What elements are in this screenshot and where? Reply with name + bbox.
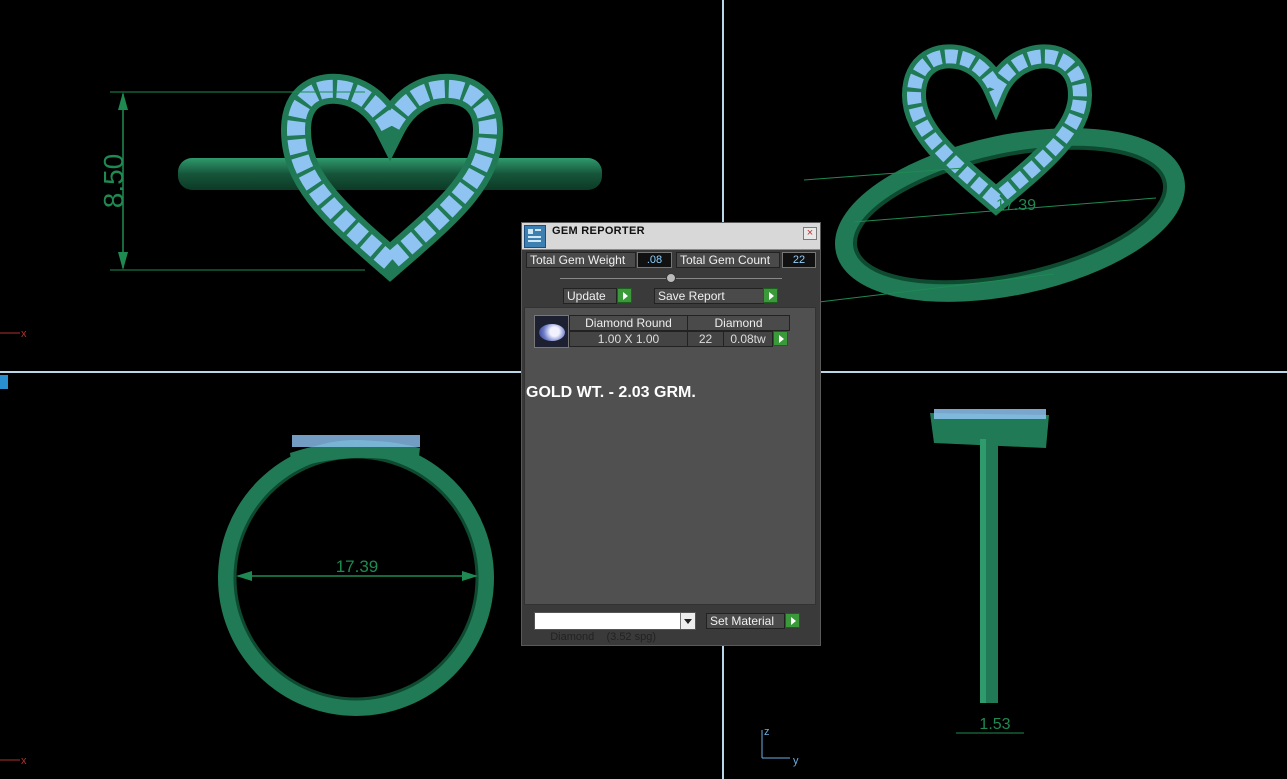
gem-material-header: Diamond (687, 315, 790, 331)
diameter-dimension-label: 17.39 (996, 197, 1036, 214)
update-button[interactable]: Update (563, 288, 617, 304)
report-area: Diamond Round Diamond 1.00 X 1.00 22 0.0… (524, 307, 816, 605)
axis-x-label: x (21, 328, 27, 340)
set-material-arrow-icon[interactable] (785, 613, 800, 628)
close-button[interactable]: × (803, 227, 817, 240)
update-arrow-icon[interactable] (617, 288, 632, 303)
axis-x-label: x (21, 755, 27, 767)
total-gem-count-value: 22 (782, 252, 816, 268)
total-gem-weight-label: Total Gem Weight (526, 252, 636, 268)
gem-size-cell: 1.00 X 1.00 (569, 331, 688, 347)
gem-count-cell: 22 (687, 331, 724, 347)
panel-splitter-handle[interactable] (666, 273, 676, 283)
gem-profile (292, 435, 420, 447)
axis-z-label: z (764, 726, 770, 738)
total-gem-count-label: Total Gem Count (676, 252, 780, 268)
gem-reporter-panel: GEM REPORTER × Total Gem Weight .08 Tota… (521, 222, 821, 646)
height-dimension-label: 8.50 (98, 154, 129, 209)
gem-shape-header: Diamond Round (569, 315, 688, 331)
diamond-round-icon (534, 315, 569, 348)
save-report-arrow-icon[interactable] (763, 288, 778, 303)
chevron-down-icon[interactable] (680, 613, 695, 629)
inner-diameter-label: 17.39 (336, 557, 379, 576)
axis-y-label: y (793, 755, 799, 767)
gem-weight-cell: 0.08tw (723, 331, 773, 347)
viewport-menu-icon[interactable] (0, 375, 8, 389)
gem-reporter-app-icon (524, 225, 546, 248)
gem-side (934, 409, 1046, 419)
ring-shank (178, 158, 602, 190)
panel-titlebar[interactable]: GEM REPORTER × (522, 223, 820, 250)
ring-band-outer (218, 440, 494, 716)
material-select[interactable]: Diamond (3.52 spg) (534, 612, 696, 643)
panel-title: GEM REPORTER (552, 225, 645, 237)
set-material-button[interactable]: Set Material (706, 613, 785, 629)
material-select-value: Diamond (3.52 spg) (550, 631, 657, 643)
width-dimension-label: 1.53 (979, 716, 1010, 733)
save-report-button[interactable]: Save Report (654, 288, 764, 304)
total-gem-weight-value: .08 (637, 252, 672, 268)
gem-row-arrow-icon[interactable] (773, 331, 788, 346)
gold-weight-annotation: GOLD WT. - 2.03 GRM. (526, 384, 696, 401)
ring-band (835, 128, 1185, 302)
